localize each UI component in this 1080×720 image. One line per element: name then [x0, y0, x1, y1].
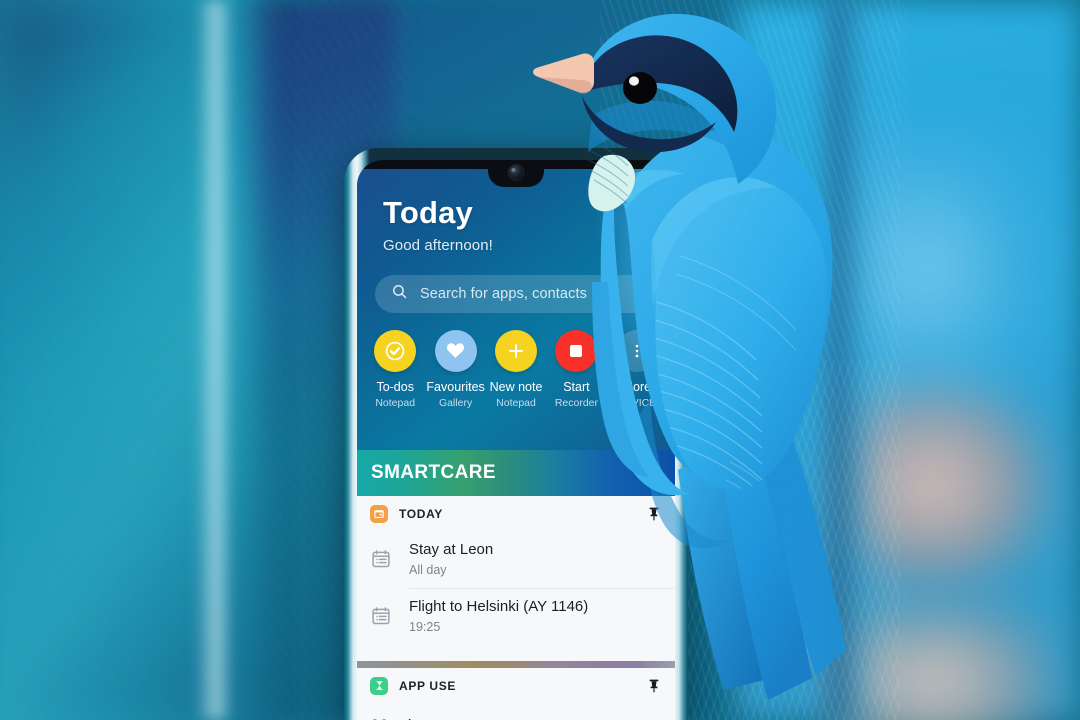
pushpin-icon[interactable] — [646, 677, 662, 695]
quick-action-label: Start — [563, 379, 590, 394]
pushpin-icon[interactable] — [646, 505, 662, 523]
quick-action-label: New note — [489, 379, 543, 394]
hourglass-green-icon — [370, 676, 388, 695]
quick-actions-row: To-dos Notepad Favourites Gallery New no… — [357, 329, 675, 410]
app-use-card-title: APP USE — [399, 678, 457, 693]
quick-action-favourites[interactable]: Favourites Gallery — [425, 329, 485, 410]
calendar-event-icon — [370, 548, 392, 570]
page-title: Today — [383, 195, 473, 230]
today-card[interactable]: TODAY Stay at Leon All day Flight to Hel… — [357, 496, 675, 661]
home-header-area: Today Good afternoon! Search for apps, c… — [357, 160, 675, 450]
event-title: Flight to Helsinki (AY 1146) — [409, 597, 589, 615]
app-use-card[interactable]: APP USE 29 min — [357, 667, 675, 720]
waterdrop-notch — [488, 160, 544, 187]
today-card-header: TODAY — [357, 496, 675, 532]
calendar-event-row[interactable]: Flight to Helsinki (AY 1146) 19:25 — [357, 589, 675, 645]
calendar-orange-icon — [370, 505, 388, 523]
quick-action-start[interactable]: Start Recorder — [546, 329, 606, 410]
phone-mockup: Today Good afternoon! Search for apps, c… — [344, 148, 688, 720]
smartcare-banner: SMARTCARE — [357, 450, 675, 496]
quick-action-label: To-dos — [376, 379, 414, 394]
quick-action-more[interactable]: More SERVICES — [607, 329, 667, 410]
greeting-subtitle: Good afternoon! — [383, 236, 493, 254]
event-subtitle: All day — [409, 562, 447, 577]
today-card-title: TODAY — [399, 507, 443, 521]
quick-action-new-note[interactable]: New note Notepad — [486, 329, 546, 410]
background-light-seam — [196, 0, 230, 720]
check-circle-icon — [374, 329, 417, 372]
quick-action-sublabel: Recorder — [554, 397, 599, 410]
calendar-event-icon — [370, 605, 392, 627]
plus-icon — [495, 329, 538, 372]
more-vertical-icon — [615, 329, 658, 372]
event-title: Stay at Leon — [409, 541, 494, 558]
front-camera-icon — [508, 165, 524, 180]
quick-action-sublabel: Notepad — [496, 397, 536, 410]
search-placeholder-text: Search for apps, contacts — [420, 285, 587, 302]
heart-icon — [434, 329, 477, 372]
cards-container: TODAY Stay at Leon All day Flight to Hel… — [357, 496, 675, 720]
phone-screen: Today Good afternoon! Search for apps, c… — [357, 160, 675, 720]
app-use-card-header: APP USE — [357, 668, 675, 704]
quick-action-label: More — [622, 379, 652, 394]
card-gradient-divider — [357, 660, 675, 668]
quick-action-label: Favourites — [426, 379, 485, 394]
app-use-total-time: 29 min — [357, 704, 675, 720]
event-subtitle: 19:25 — [409, 619, 441, 634]
search-input[interactable]: Search for apps, contacts — [375, 274, 657, 313]
quick-action-sublabel: Notepad — [375, 397, 416, 410]
stop-square-icon — [555, 329, 598, 372]
quick-action-sublabel: SERVICES — [610, 397, 664, 410]
quick-action-todos[interactable]: To-dos Notepad — [365, 329, 425, 410]
calendar-event-row[interactable]: Stay at Leon All day — [357, 532, 675, 588]
search-icon — [391, 283, 408, 305]
today-card-bottom-pad — [357, 645, 675, 661]
smartcare-label: SMARTCARE — [371, 462, 496, 483]
quick-action-sublabel: Gallery — [438, 397, 473, 410]
